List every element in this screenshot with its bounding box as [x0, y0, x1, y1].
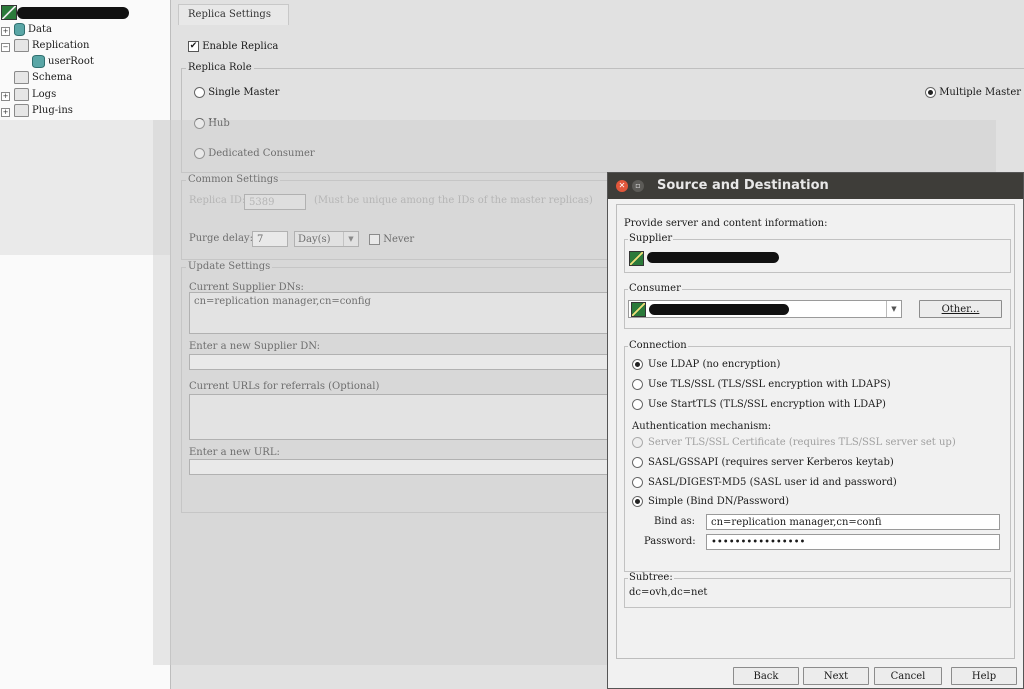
bind-as-label: Bind as: — [654, 516, 696, 527]
other-button[interactable]: Other... — [919, 300, 1002, 318]
tree-item-logs[interactable]: Logs — [14, 87, 56, 103]
subtree-value[interactable]: dc=ovh,dc=net — [629, 587, 707, 598]
expand-logs-icon[interactable]: + — [1, 92, 10, 101]
radio-auth-digest[interactable]: SASL/DIGEST-MD5 (SASL user id and passwo… — [632, 477, 897, 488]
dialog-intro: Provide server and content information: — [624, 218, 828, 229]
tree-item-label: Schema — [32, 72, 73, 83]
radio-label: Simple (Bind DN/Password) — [648, 496, 790, 507]
tree-item-plugins[interactable]: Plug-ins — [14, 103, 73, 119]
radio-selected-icon — [925, 87, 936, 98]
password-field[interactable]: •••••••••••••••• — [706, 534, 1000, 550]
tree-item-data[interactable]: Data — [14, 22, 52, 38]
expand-data-icon[interactable]: + — [1, 27, 10, 36]
radio-label: Use TLS/SSL (TLS/SSL encryption with LDA… — [648, 379, 891, 390]
cancel-button[interactable]: Cancel — [874, 667, 942, 685]
tree-item-label: Data — [28, 24, 52, 35]
tree-item-label: Plug-ins — [32, 105, 73, 116]
radio-label: Single Master — [208, 87, 280, 98]
radio-label: SASL/GSSAPI (requires server Kerberos ke… — [648, 457, 894, 468]
radio-use-starttls[interactable]: Use StartTLS (TLS/SSL encryption with LD… — [632, 399, 886, 410]
tree-item-label: Logs — [32, 89, 57, 100]
radio-icon — [632, 457, 643, 468]
enable-replica-label: Enable Replica — [202, 41, 279, 52]
subtree-title: Subtree: — [628, 572, 674, 583]
logs-folder-icon — [14, 88, 29, 101]
redacted-supplier — [647, 252, 779, 263]
radio-icon — [632, 477, 643, 488]
radio-icon — [194, 87, 205, 98]
group-title: Replica Role — [186, 62, 254, 73]
tree-item-userroot[interactable]: userRoot — [32, 54, 94, 70]
close-icon[interactable]: ✕ — [616, 180, 628, 192]
tree-item-replication[interactable]: Replication — [14, 38, 90, 54]
tree-item-schema[interactable]: Schema — [14, 70, 72, 86]
plugins-folder-icon — [14, 104, 29, 117]
radio-auth-certificate[interactable]: Server TLS/SSL Certificate (requires TLS… — [632, 437, 956, 448]
supplier-group: Supplier — [624, 233, 1011, 273]
radio-auth-gssapi[interactable]: SASL/GSSAPI (requires server Kerberos ke… — [632, 457, 894, 468]
tab-replica-settings[interactable]: Replica Settings — [178, 4, 289, 25]
next-button[interactable]: Next — [803, 667, 869, 685]
overlay-shade — [0, 120, 170, 255]
database-icon — [14, 23, 25, 36]
radio-single-master[interactable]: Single Master — [194, 87, 279, 98]
checkbox-checked-icon: ✔ — [188, 41, 199, 52]
enable-replica-checkbox[interactable]: ✔ Enable Replica — [188, 41, 278, 52]
server-icon — [629, 251, 644, 266]
radio-disabled-icon — [632, 437, 643, 448]
dialog-title: Source and Destination — [657, 178, 829, 193]
folder-icon — [14, 39, 29, 52]
tree-root-server[interactable] — [1, 5, 129, 21]
navigation-tree: + Data − Replication userRoot Schema + L… — [0, 0, 171, 689]
password-label: Password: — [644, 536, 696, 547]
radio-selected-icon — [632, 496, 643, 507]
radio-multiple-master[interactable]: Multiple Master — [925, 87, 1021, 98]
radio-use-tls[interactable]: Use TLS/SSL (TLS/SSL encryption with LDA… — [632, 379, 891, 390]
radio-label: Multiple Master — [939, 87, 1022, 98]
help-button[interactable]: Help — [951, 667, 1017, 685]
radio-label: Use StartTLS (TLS/SSL encryption with LD… — [648, 399, 886, 410]
redacted-consumer — [649, 304, 789, 315]
source-destination-dialog: ✕ ▫ Source and Destination Provide serve… — [607, 172, 1024, 689]
auth-mechanism-label: Authentication mechanism: — [632, 421, 772, 432]
radio-selected-icon — [632, 359, 643, 370]
tree-item-label: Replication — [32, 40, 90, 51]
radio-icon — [632, 379, 643, 390]
dialog-titlebar[interactable]: ✕ ▫ Source and Destination — [608, 173, 1023, 199]
minimize-icon[interactable]: ▫ — [632, 180, 644, 192]
radio-label: SASL/DIGEST-MD5 (SASL user id and passwo… — [648, 477, 897, 488]
collapse-replication-icon[interactable]: − — [1, 43, 10, 52]
server-icon — [631, 302, 646, 317]
redacted-server-name — [17, 7, 129, 19]
radio-auth-simple[interactable]: Simple (Bind DN/Password) — [632, 496, 789, 507]
expand-plugins-icon[interactable]: + — [1, 108, 10, 117]
replica-database-icon — [32, 55, 45, 68]
consumer-select[interactable]: ▼ — [628, 300, 902, 318]
subtree-group: Subtree: dc=ovh,dc=net — [624, 572, 1011, 608]
radio-icon — [632, 399, 643, 410]
tree-item-label: userRoot — [48, 56, 94, 67]
bind-dn-field[interactable]: cn=replication manager,cn=confi — [706, 514, 1000, 530]
dialog-body: Provide server and content information: … — [616, 204, 1015, 659]
chevron-down-icon: ▼ — [886, 301, 901, 317]
radio-label: Use LDAP (no encryption) — [648, 359, 781, 370]
consumer-group: Consumer ▼ Other... — [624, 283, 1011, 329]
back-button[interactable]: Back — [733, 667, 799, 685]
server-icon — [1, 5, 17, 20]
radio-label: Server TLS/SSL Certificate (requires TLS… — [648, 437, 956, 448]
connection-title: Connection — [628, 340, 688, 351]
radio-use-ldap[interactable]: Use LDAP (no encryption) — [632, 359, 780, 370]
supplier-label: Supplier — [628, 233, 674, 244]
folder-icon — [14, 71, 29, 84]
consumer-label: Consumer — [628, 283, 682, 294]
